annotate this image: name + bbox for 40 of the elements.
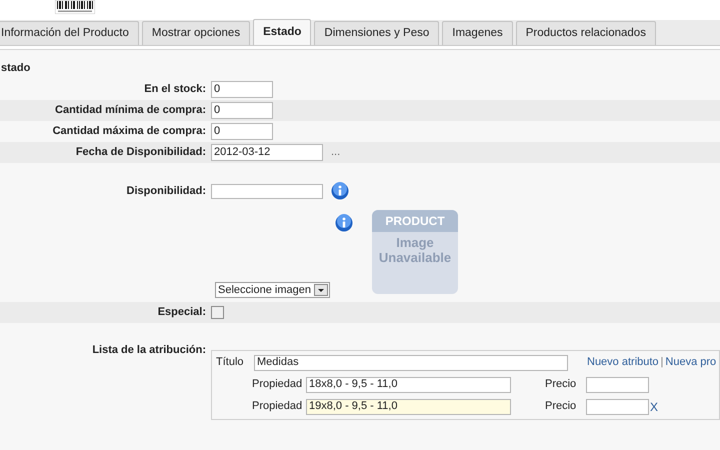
link-separator: | [660, 355, 664, 370]
field-label: Cantidad máxima de compra: [52, 124, 207, 139]
link[interactable]: Nueva pro [665, 354, 716, 371]
placeholder-text: Image Unavailable [378, 234, 452, 264]
title-label: Título [215, 355, 245, 370]
image-select[interactable]: Seleccione imagen [215, 282, 330, 298]
info-icon[interactable] [335, 214, 353, 232]
property-label: Propiedad [252, 377, 304, 392]
field-label: Disponibilidad: [126, 184, 207, 199]
field-label: Cantidad mínima de compra: [54, 102, 207, 118]
text-field[interactable]: 2012-03-12 [211, 144, 323, 160]
info-icon[interactable] [331, 182, 349, 200]
availability-field[interactable] [211, 184, 323, 198]
price-label: Precio [545, 399, 578, 414]
tab[interactable]: Imagenes [442, 21, 513, 45]
field-label: Especial: [156, 304, 207, 320]
price-field[interactable] [586, 376, 649, 392]
date-picker-button[interactable]: ... [331, 144, 340, 160]
price-field[interactable] [586, 398, 649, 414]
link[interactable]: Nuevo atributo [587, 354, 659, 371]
text-field[interactable]: 0 [211, 80, 273, 98]
tab[interactable]: Estado [253, 19, 312, 45]
text-field[interactable]: 0 [211, 122, 273, 140]
title-field[interactable]: Medidas [254, 354, 568, 370]
tab[interactable]: Productos relacionados [516, 21, 656, 45]
text-field[interactable]: 0 [211, 102, 273, 118]
field-label: Lista de la atribución: [91, 342, 207, 358]
placeholder-title: PRODUCT [372, 210, 458, 232]
property-label: Propiedad [252, 399, 304, 414]
field-label: Fecha de Disponibilidad: [74, 144, 207, 160]
property-field[interactable]: 19x8,0 - 9,5 - 11,0 [306, 398, 511, 414]
property-field[interactable]: 18x8,0 - 9,5 - 11,0 [306, 376, 511, 392]
field-label: En el stock: [143, 82, 207, 97]
tab[interactable]: Mostrar opciones [142, 21, 250, 45]
section-title: stado [0, 62, 30, 75]
price-label: Precio [545, 377, 578, 392]
remove-button[interactable]: X [649, 398, 660, 416]
tab[interactable]: Información del Producto [0, 21, 139, 45]
checkbox[interactable] [211, 306, 224, 318]
tab[interactable]: Dimensiones y Peso [314, 21, 440, 45]
